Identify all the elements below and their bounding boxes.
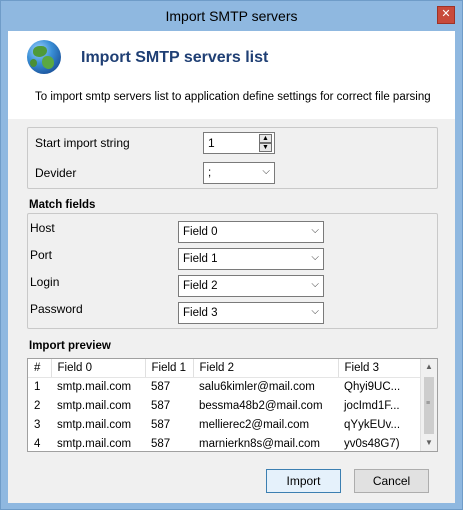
start-import-value: 1 xyxy=(208,136,215,150)
table-cell: jocImd1F... xyxy=(344,399,400,412)
stepper-down-icon[interactable]: ▼ xyxy=(259,143,272,152)
scroll-up-icon[interactable]: ▲ xyxy=(421,359,437,375)
host-label: Host xyxy=(30,221,55,235)
host-field-select[interactable]: Field 0 ⌵ xyxy=(178,221,324,243)
column-header[interactable]: Field 0 xyxy=(51,359,146,378)
chevron-down-icon: ⌵ xyxy=(262,166,270,177)
window-title: Import SMTP servers xyxy=(165,8,298,24)
dialog-body: Import SMTP servers list To import smtp … xyxy=(8,31,455,503)
table-cell: mellierec2@mail.com xyxy=(199,418,310,431)
preview-header-row: # Field 0 Field 1 Field 2 Field 3 xyxy=(28,359,421,378)
login-field-select[interactable]: Field 2 ⌵ xyxy=(178,275,324,297)
table-cell: 2 xyxy=(34,399,41,412)
import-preview-title: Import preview xyxy=(29,340,111,352)
table-cell: 587 xyxy=(151,437,171,450)
chevron-down-icon: ⌵ xyxy=(311,252,319,263)
start-import-label: Start import string xyxy=(35,136,130,150)
table-cell: smtp.mail.com xyxy=(57,399,132,412)
table-cell: 3 xyxy=(34,418,41,431)
start-import-stepper[interactable]: 1 ▲ ▼ xyxy=(203,132,275,154)
port-field-select[interactable]: Field 1 ⌵ xyxy=(178,248,324,270)
port-label: Port xyxy=(30,248,53,262)
dialog-description: To import smtp servers list to applicati… xyxy=(35,91,431,103)
chevron-down-icon: ⌵ xyxy=(311,279,319,290)
column-header[interactable]: # xyxy=(28,359,52,378)
table-row[interactable]: 1 smtp.mail.com 587 salu6kimler@mail.com… xyxy=(28,377,420,396)
table-cell: smtp.mail.com xyxy=(57,437,132,450)
title-bar[interactable]: Import SMTP servers ✕ xyxy=(1,1,462,31)
host-field-value: Field 0 xyxy=(183,226,218,238)
dialog-header: Import SMTP servers list To import smtp … xyxy=(8,31,455,119)
scroll-down-icon[interactable]: ▼ xyxy=(421,435,437,451)
match-fields-title: Match fields xyxy=(29,199,96,211)
table-cell: 587 xyxy=(151,418,171,431)
dialog-heading: Import SMTP servers list xyxy=(81,49,269,66)
login-label: Login xyxy=(30,275,60,289)
grip-icon: ≡ xyxy=(426,400,431,407)
table-cell: qYykEUv... xyxy=(344,418,401,431)
password-label: Password xyxy=(30,302,83,316)
devider-label: Devider xyxy=(35,166,77,180)
table-cell: 1 xyxy=(34,380,41,393)
password-field-value: Field 3 xyxy=(183,307,218,319)
table-cell: marnierkn8s@mail.com xyxy=(199,437,320,450)
port-field-value: Field 1 xyxy=(183,253,218,265)
preview-scrollbar[interactable]: ▲ ≡ ▼ xyxy=(420,359,437,451)
table-cell: 587 xyxy=(151,399,171,412)
table-row[interactable]: 2 smtp.mail.com 587 bessma48b2@mail.com … xyxy=(28,396,420,415)
table-cell: smtp.mail.com xyxy=(57,380,132,393)
import-smtp-window: Import SMTP servers ✕ Import SMTP server… xyxy=(0,0,463,510)
login-field-value: Field 2 xyxy=(183,280,218,292)
close-icon: ✕ xyxy=(441,8,451,20)
globe-icon xyxy=(27,40,61,74)
password-field-select[interactable]: Field 3 ⌵ xyxy=(178,302,324,324)
devider-value: ; xyxy=(208,167,212,179)
table-cell: bessma48b2@mail.com xyxy=(199,399,323,412)
table-row[interactable]: 3 smtp.mail.com 587 mellierec2@mail.com … xyxy=(28,415,420,434)
import-button[interactable]: Import xyxy=(266,469,341,493)
column-header[interactable]: Field 2 xyxy=(193,359,339,378)
close-button[interactable]: ✕ xyxy=(437,6,455,24)
stepper-up-icon[interactable]: ▲ xyxy=(259,134,272,143)
cancel-button[interactable]: Cancel xyxy=(354,469,429,493)
table-cell: 4 xyxy=(34,437,41,450)
devider-select[interactable]: ; ⌵ xyxy=(203,162,275,184)
chevron-down-icon: ⌵ xyxy=(311,225,319,236)
import-preview-grid[interactable]: # Field 0 Field 1 Field 2 Field 3 1 smtp… xyxy=(27,358,438,452)
column-header[interactable]: Field 3 xyxy=(338,359,421,378)
table-cell: yv0s48G7) xyxy=(344,437,400,450)
table-cell: 587 xyxy=(151,380,171,393)
table-cell: Qhyi9UC... xyxy=(344,380,401,393)
table-cell: smtp.mail.com xyxy=(57,418,132,431)
table-cell: salu6kimler@mail.com xyxy=(199,380,315,393)
column-header[interactable]: Field 1 xyxy=(145,359,194,378)
preview-table: # Field 0 Field 1 Field 2 Field 3 1 smtp… xyxy=(28,359,421,451)
table-row[interactable]: 4 smtp.mail.com 587 marnierkn8s@mail.com… xyxy=(28,434,420,451)
chevron-down-icon: ⌵ xyxy=(311,306,319,317)
